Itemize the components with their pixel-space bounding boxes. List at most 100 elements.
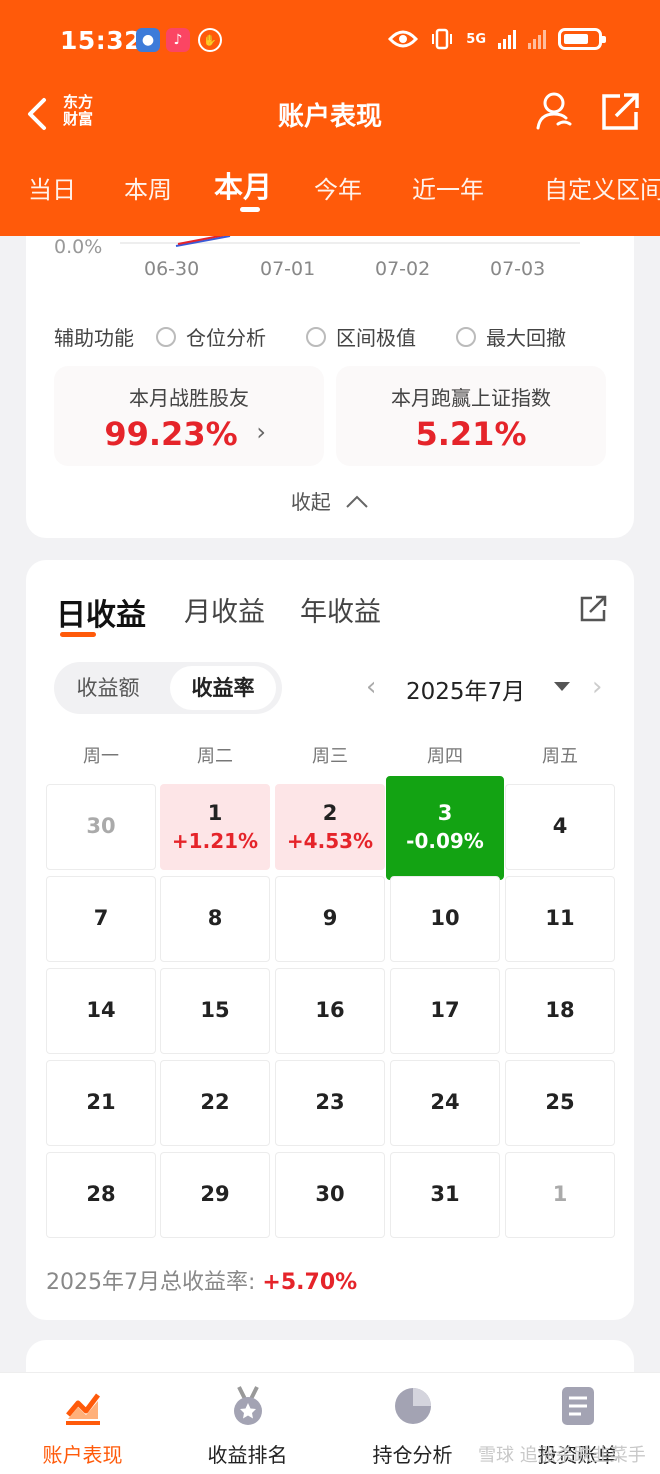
calendar-day-cell[interactable]: 7	[46, 876, 156, 962]
day-number: 1	[207, 801, 223, 825]
calendar-day-cell[interactable]: 18	[505, 968, 615, 1054]
tab-account-performance[interactable]: 账户表现	[0, 1373, 165, 1474]
document-icon	[562, 1387, 594, 1425]
period-tabs: 当日 本周 本月 今年 近一年 自定义区间	[0, 160, 660, 220]
chevron-right-icon: ›	[256, 418, 266, 446]
chevron-up-icon	[346, 495, 368, 508]
active-tab-indicator	[240, 207, 260, 212]
calendar-day-cell[interactable]: 30	[275, 1152, 385, 1238]
medal-icon	[234, 1386, 262, 1425]
vibrate-icon	[432, 28, 453, 50]
weekday-label: 周五	[542, 746, 578, 767]
network-type: 5G	[466, 31, 486, 47]
radio-icon[interactable]	[456, 326, 476, 347]
tab-this-month[interactable]: 本月	[214, 164, 272, 206]
active-tab-indicator	[60, 632, 96, 637]
beat-friends-stat[interactable]: 本月战胜股友 99.23% ›	[54, 366, 324, 466]
trend-chart-icon	[66, 1393, 100, 1425]
tab-custom-range[interactable]: 自定义区间	[544, 170, 660, 205]
tab-daily-return[interactable]: 日收益	[56, 590, 146, 634]
chevron-right-icon[interactable]: ›	[592, 672, 602, 702]
radio-icon[interactable]	[306, 326, 326, 347]
calendar-day-cell[interactable]: 15	[160, 968, 270, 1054]
day-number: 21	[86, 1090, 116, 1114]
day-return-rate: +1.21%	[171, 829, 259, 853]
weekday-label: 周三	[312, 746, 348, 767]
browser-app-icon: ●	[136, 28, 160, 52]
weekday-label: 周一	[83, 746, 119, 767]
x-tick: 07-02	[375, 258, 431, 280]
stat-value: 5.21%	[415, 415, 527, 453]
stat-label: 本月跑赢上证指数	[391, 386, 551, 410]
calendar-day-cell[interactable]: 11	[505, 876, 615, 962]
radio-icon[interactable]	[156, 326, 176, 347]
calendar-day-cell[interactable]: 29	[160, 1152, 270, 1238]
chevron-left-icon[interactable]: ‹	[366, 672, 376, 702]
day-number: 22	[200, 1090, 230, 1114]
calendar-day-cell[interactable]: 4	[505, 784, 615, 870]
calendar-day-cell[interactable]: 17	[390, 968, 500, 1054]
month-selector[interactable]: 2025年7月	[406, 672, 525, 706]
day-number: 11	[545, 906, 575, 930]
bottom-tab-bar: 账户表现 收益排名 持仓分析 投资账单 雪球 追涨杀跌韭菜手	[0, 1372, 660, 1474]
metric-toggle: 收益额 收益率	[54, 662, 282, 714]
day-number: 31	[430, 1182, 460, 1206]
day-number: 8	[207, 906, 223, 930]
aux-position-analysis[interactable]: 仓位分析	[156, 322, 266, 351]
signal-icon	[498, 29, 516, 49]
toggle-return-rate[interactable]: 收益率	[170, 666, 276, 710]
tab-this-week[interactable]: 本周	[124, 170, 172, 205]
eye-icon	[388, 30, 419, 48]
share-icon[interactable]	[600, 90, 640, 132]
day-number: 3	[437, 801, 453, 825]
calendar-day-cell[interactable]: 21	[46, 1060, 156, 1146]
day-number: 4	[552, 814, 568, 838]
y-axis-label: 0.0%	[54, 236, 103, 258]
user-profile-icon[interactable]	[534, 90, 574, 132]
day-return-rate: -0.09%	[406, 829, 484, 853]
tab-yearly-return[interactable]: 年收益	[300, 590, 381, 629]
calendar-day-cell[interactable]: 8	[160, 876, 270, 962]
calendar-day-cell[interactable]: 28	[46, 1152, 156, 1238]
app-header: 15:32 ● ♪ ✋ 5G 东方 财富 账户表现 当日 本周 本月 今年 近一…	[0, 0, 660, 236]
calendar-day-cell[interactable]: 2 +4.53%	[275, 784, 385, 870]
beat-index-stat: 本月跑赢上证指数 5.21%	[336, 366, 606, 466]
tab-holdings-analysis[interactable]: 持仓分析	[330, 1373, 495, 1474]
tab-today[interactable]: 当日	[28, 170, 76, 205]
caret-down-icon[interactable]	[554, 682, 570, 691]
calendar-day-cell[interactable]: 16	[275, 968, 385, 1054]
calendar-day-cell[interactable]: 22	[160, 1060, 270, 1146]
day-number: 24	[430, 1090, 460, 1114]
pie-chart-icon	[395, 1388, 431, 1424]
day-number: 10	[430, 906, 460, 930]
day-number: 1	[552, 1182, 568, 1206]
x-tick: 07-03	[490, 258, 546, 280]
calendar-day-cell[interactable]: 24	[390, 1060, 500, 1146]
collapse-button[interactable]: 收起	[26, 486, 634, 515]
calendar-day-cell[interactable]: 31	[390, 1152, 500, 1238]
calendar-day-cell[interactable]: 1	[505, 1152, 615, 1238]
calendar-day-cell[interactable]: 25	[505, 1060, 615, 1146]
status-icons: 5G	[388, 28, 606, 50]
x-tick: 06-30	[144, 258, 200, 280]
tab-this-year[interactable]: 今年	[314, 170, 362, 205]
nav-bar: 东方 财富 账户表现	[0, 82, 660, 142]
calendar-day-cell[interactable]: 1 +1.21%	[160, 784, 270, 870]
aux-max-drawdown[interactable]: 最大回撤	[456, 322, 566, 351]
x-tick: 07-01	[260, 258, 316, 280]
chart-line-fragment	[175, 236, 231, 247]
day-number: 30	[86, 814, 116, 838]
calendar-day-cell[interactable]: 10	[390, 876, 500, 962]
calendar-day-cell[interactable]: 14	[46, 968, 156, 1054]
aux-range-extremes[interactable]: 区间极值	[306, 322, 416, 351]
toggle-return-amount[interactable]: 收益额	[54, 662, 162, 714]
calendar-day-cell[interactable]: 3 -0.09%	[386, 776, 504, 880]
calendar-day-cell[interactable]: 23	[275, 1060, 385, 1146]
calendar-day-cell[interactable]: 30	[46, 784, 156, 870]
tab-last-year[interactable]: 近一年	[412, 170, 484, 205]
tab-return-ranking[interactable]: 收益排名	[165, 1373, 330, 1474]
tab-monthly-return[interactable]: 月收益	[184, 590, 265, 629]
day-number: 16	[315, 998, 345, 1022]
calendar-day-cell[interactable]: 9	[275, 876, 385, 962]
share-icon[interactable]	[578, 594, 608, 624]
